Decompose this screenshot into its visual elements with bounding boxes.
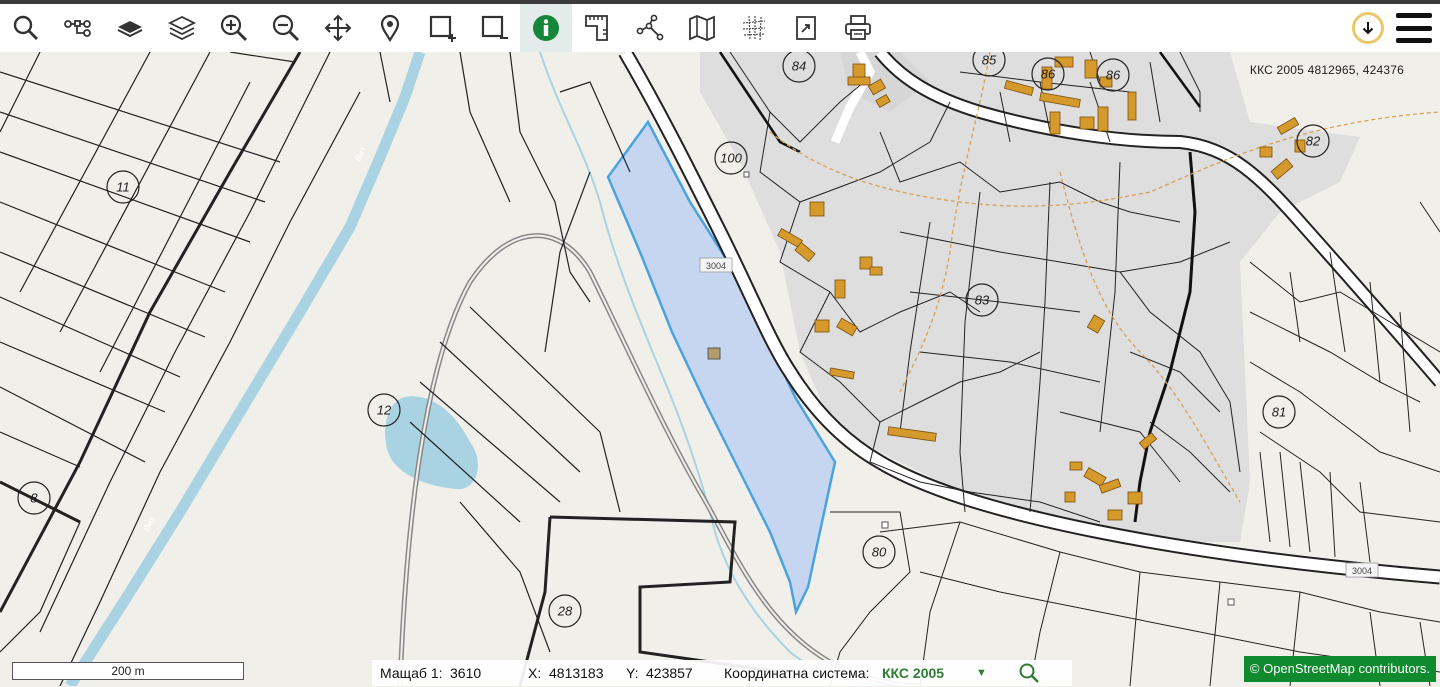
scale-label: Мащаб 1:: [380, 665, 443, 681]
coordinate-readout: ККС 2005 4812965, 424376: [1249, 63, 1404, 77]
y-value: 423857: [646, 665, 693, 681]
crs-label: Координатна система:: [724, 665, 870, 681]
layer-icon: [117, 21, 143, 38]
grid-icon: [742, 15, 766, 41]
x-label: X:: [528, 665, 542, 681]
folded-map-icon: [689, 15, 715, 41]
parcel-number: 8: [30, 491, 38, 506]
parcel-number: 80: [872, 545, 887, 560]
cadastral-map: 3004 3004 Вит Вит 84 8586 8682100118312 818…: [0, 52, 1440, 686]
zoom-in-icon: [220, 14, 247, 41]
measure-area-button[interactable]: [572, 4, 624, 52]
select-remove-button[interactable]: [468, 4, 520, 52]
print-button[interactable]: [832, 4, 884, 52]
ruler-area-icon: [585, 15, 608, 41]
parcel-number: 11: [116, 180, 130, 195]
x-value: 4813183: [549, 665, 604, 681]
location-button[interactable]: [364, 4, 416, 52]
export-icon: [796, 16, 816, 40]
road-label-2: 3004: [1352, 566, 1372, 576]
status-bar: 200 m Мащаб 1: 3610 X: 4813183 Y: 423857…: [0, 656, 1440, 686]
info-button[interactable]: [520, 4, 572, 52]
zoom-out-icon: [272, 14, 299, 41]
status-panel: Мащаб 1: 3610 X: 4813183 Y: 423857 Коорд…: [372, 660, 1072, 686]
parcel-number: 86: [1106, 68, 1121, 83]
zoom-out-button[interactable]: [260, 4, 312, 52]
scale-bar: 200 m: [12, 662, 244, 680]
grid-button[interactable]: [728, 4, 780, 52]
measure-polygon-button[interactable]: [624, 4, 676, 52]
print-icon: [845, 15, 871, 40]
dropdown-triangle-icon[interactable]: ▼: [976, 667, 987, 679]
layers-stack-icon: [167, 15, 197, 41]
parcel-number: 100: [720, 151, 742, 166]
download-button[interactable]: [1352, 12, 1384, 44]
map-pin-icon: [380, 14, 400, 43]
select-add-button[interactable]: [416, 4, 468, 52]
crs-select[interactable]: ККС 2005: [882, 665, 944, 681]
hamburger-icon: [1396, 13, 1432, 18]
move-icon: [324, 14, 352, 42]
layers-button[interactable]: [156, 4, 208, 52]
select-remove-icon: [481, 15, 508, 39]
route-tool-button[interactable]: [52, 4, 104, 52]
map-view-button[interactable]: [676, 4, 728, 52]
y-label: Y:: [626, 665, 639, 681]
search-icon: [13, 15, 38, 40]
polygon-icon: [636, 14, 664, 41]
parcel-number: 28: [557, 604, 573, 619]
magnifier-icon[interactable]: [1018, 662, 1040, 687]
zoom-in-button[interactable]: [208, 4, 260, 52]
toolbar-right: [1352, 4, 1432, 52]
osm-attribution[interactable]: © OpenStreetMap contributors.: [1243, 656, 1436, 682]
select-add-icon: [429, 15, 456, 42]
search-tool-button[interactable]: [0, 4, 52, 52]
map-canvas[interactable]: 3004 3004 Вит Вит 84 85 86 86 82 100 11 83 12 81 8…: [0, 52, 1440, 686]
building: [707, 347, 721, 360]
menu-button[interactable]: [1396, 13, 1432, 43]
export-button[interactable]: [780, 4, 832, 52]
toolbar: [0, 4, 1440, 52]
parcel-number: 82: [1306, 134, 1321, 149]
parcel-number: 85: [982, 53, 997, 68]
parcel-number: 12: [377, 403, 392, 418]
base-layer-button[interactable]: [104, 4, 156, 52]
parcel-number: 83: [975, 293, 990, 308]
info-icon: [533, 15, 559, 41]
route-icon: [64, 20, 91, 37]
pan-button[interactable]: [312, 4, 364, 52]
parcel-number: 81: [1272, 405, 1286, 420]
parcel-number: 84: [792, 59, 806, 74]
road-label-1: 3004: [706, 261, 726, 271]
scale-value: 3610: [450, 665, 482, 681]
download-icon: [1362, 22, 1374, 35]
parcel-number: 86: [1041, 67, 1056, 82]
